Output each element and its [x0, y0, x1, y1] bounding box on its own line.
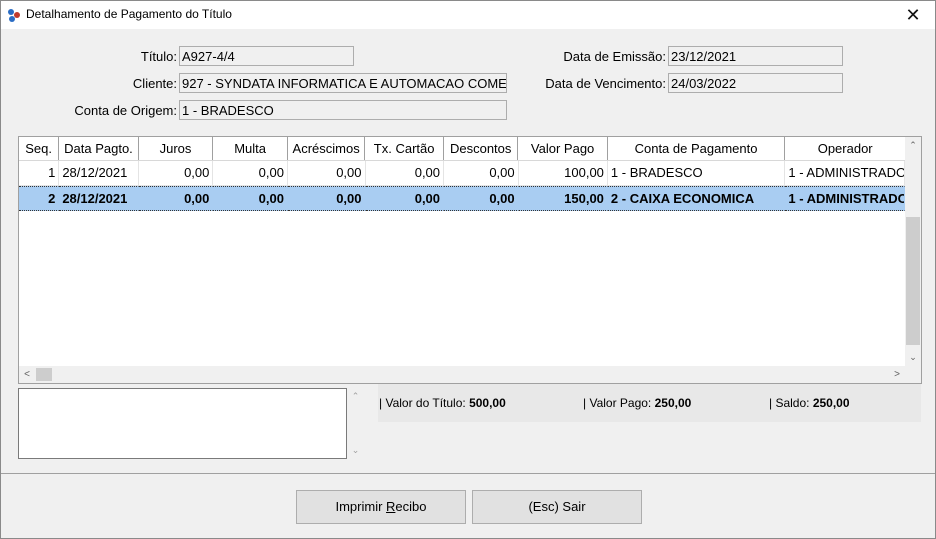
titulo-label: Título: [140, 49, 177, 64]
emissao-label: Data de Emissão: [563, 49, 666, 64]
cell-valor-pago: 150,00 [518, 186, 608, 211]
valor-pago-total: | Valor Pago: 250,00 [583, 396, 691, 410]
totals-panel: | Valor do Título: 500,00 | Valor Pago: … [378, 384, 921, 422]
cell-tx-cartao: 0,00 [365, 186, 445, 211]
cliente-field[interactable]: 927 - SYNDATA INFORMATICA E AUTOMACAO CO… [179, 73, 507, 93]
col-header-seq[interactable]: Seq. [19, 137, 60, 160]
cell-juros: 0,00 [138, 186, 214, 211]
scroll-down-icon[interactable]: ⌄ [905, 349, 921, 366]
col-header-valor-pago[interactable]: Valor Pago [518, 137, 608, 160]
scroll-left-icon[interactable]: < [19, 366, 35, 383]
valor-titulo-total: | Valor do Título: 500,00 [379, 396, 506, 410]
imprimir-label-pre: Imprimir [335, 499, 387, 514]
imprimir-label-post: ecibo [395, 499, 427, 514]
payments-grid[interactable]: Seq. Data Pagto. Juros Multa Acréscimos … [18, 136, 922, 384]
table-row-selected[interactable]: 2 28/12/2021 0,00 0,00 0,00 0,00 0,00 15… [19, 186, 906, 211]
table-row[interactable]: 1 28/12/2021 0,00 0,00 0,00 0,00 0,00 10… [19, 161, 906, 186]
cell-multa: 0,00 [213, 186, 288, 211]
grid-horizontal-scrollbar[interactable]: < > [19, 366, 905, 383]
cell-conta-pagamento: 1 - BRADESCO [607, 161, 786, 186]
col-header-descontos[interactable]: Descontos [443, 137, 519, 160]
dialog-window: Detalhamento de Pagamento do Título ✕ Tí… [0, 0, 936, 539]
imprimir-recibo-button[interactable]: Imprimir Recibo [296, 490, 466, 524]
col-header-operador[interactable]: Operador [785, 137, 906, 160]
app-logo-icon [8, 9, 20, 22]
imprimir-accel-key: R [386, 499, 396, 514]
conta-origem-field[interactable]: 1 - BRADESCO [179, 100, 507, 120]
cell-valor-pago: 100,00 [518, 161, 608, 186]
cell-juros: 0,00 [138, 161, 214, 186]
observation-memo[interactable] [18, 388, 347, 459]
emissao-field[interactable]: 23/12/2021 [668, 46, 843, 66]
window-title: Detalhamento de Pagamento do Título [26, 7, 232, 21]
scroll-up-icon[interactable]: ⌃ [347, 388, 364, 405]
cell-multa: 0,00 [213, 161, 288, 186]
cell-descontos: 0,00 [444, 161, 519, 186]
col-header-data-pagto[interactable]: Data Pagto. [59, 137, 139, 160]
cell-data-pagto: 28/12/2021 [59, 161, 139, 186]
vencimento-label: Data de Vencimento: [545, 76, 666, 91]
scroll-right-icon[interactable]: > [889, 366, 905, 383]
scroll-up-icon[interactable]: ⌃ [905, 137, 921, 154]
cell-seq: 1 [19, 161, 60, 186]
titulo-field[interactable]: A927-4/4 [179, 46, 354, 66]
cell-operador: 1 - ADMINISTRADOR [785, 161, 906, 186]
cell-conta-pagamento: 2 - CAIXA ECONOMICA [607, 186, 786, 211]
col-header-acrescimos[interactable]: Acréscimos [287, 137, 366, 160]
col-header-multa[interactable]: Multa [213, 137, 288, 160]
conta-origem-label: Conta de Origem: [74, 103, 177, 118]
cell-descontos: 0,00 [444, 186, 519, 211]
cell-tx-cartao: 0,00 [365, 161, 445, 186]
footer-divider [1, 473, 935, 474]
close-icon[interactable]: ✕ [891, 1, 935, 29]
sair-button[interactable]: (Esc) Sair [472, 490, 642, 524]
title-bar[interactable]: Detalhamento de Pagamento do Título ✕ [1, 1, 935, 29]
cell-data-pagto: 28/12/2021 [59, 186, 139, 211]
col-header-juros[interactable]: Juros [138, 137, 214, 160]
saldo-value: 250,00 [812, 396, 850, 410]
scroll-thumb[interactable] [36, 368, 52, 381]
saldo-label: | Saldo: [769, 396, 810, 410]
scroll-thumb[interactable] [906, 217, 920, 345]
valor-pago-label: | Valor Pago: [583, 396, 652, 410]
cell-acrescimos: 0,00 [287, 186, 366, 211]
cliente-label: Cliente: [132, 76, 177, 91]
scroll-down-icon[interactable]: ⌄ [347, 442, 364, 459]
cell-acrescimos: 0,00 [287, 161, 366, 186]
col-header-conta-pagamento[interactable]: Conta de Pagamento [607, 137, 786, 160]
cell-operador: 1 - ADMINISTRADOR [785, 186, 906, 211]
col-header-tx-cartao[interactable]: Tx. Cartão [365, 137, 444, 160]
saldo-total: | Saldo: 250,00 [769, 396, 850, 410]
memo-scrollbar[interactable]: ⌃ ⌄ [347, 388, 364, 459]
valor-titulo-value: 500,00 [469, 396, 506, 410]
scrollbar-corner [905, 366, 921, 383]
valor-titulo-label: | Valor do Título: [379, 396, 466, 410]
valor-pago-value: 250,00 [654, 396, 692, 410]
cell-seq: 2 [19, 186, 60, 211]
grid-header: Seq. Data Pagto. Juros Multa Acréscimos … [19, 137, 906, 161]
grid-vertical-scrollbar[interactable]: ⌃ ⌄ [905, 137, 921, 366]
vencimento-field[interactable]: 24/03/2022 [668, 73, 843, 93]
